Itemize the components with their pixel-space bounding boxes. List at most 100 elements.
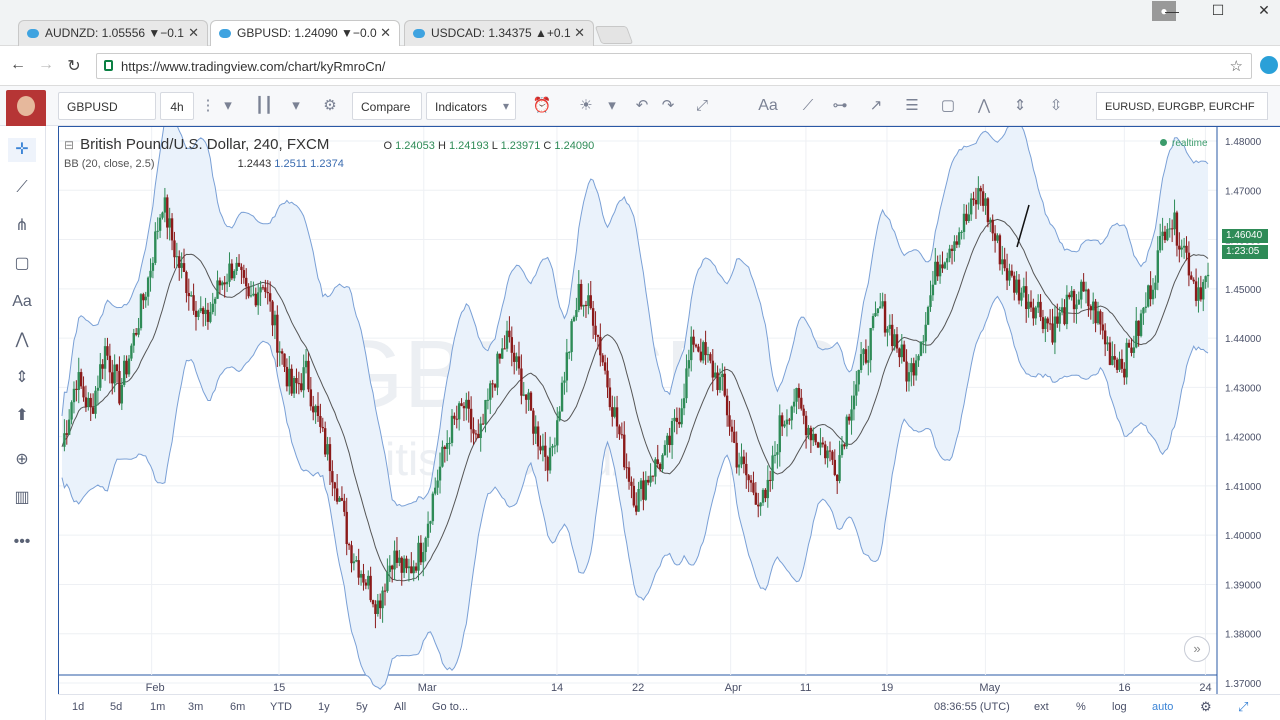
range-ytd[interactable]: YTD [270,701,292,713]
candle-body [228,263,231,282]
range-1d[interactable]: 1d [72,701,84,713]
avatar[interactable] [6,90,46,130]
range-1y[interactable]: 1y [318,701,330,713]
close-tab-icon[interactable]: ✕ [574,25,585,41]
trendline-tool-icon[interactable]: ⟋ [794,92,822,120]
horizontal-ray-icon[interactable]: ⊶ [826,92,854,120]
symbol-search-input[interactable]: GBPUSD [58,92,156,120]
candle-body [745,463,748,476]
pattern-icon[interactable]: ⋀ [8,328,36,352]
y-tick-label: 1.44000 [1225,334,1262,345]
candle-body [792,401,796,407]
candle-body [1120,358,1124,369]
maximize-icon[interactable]: ☐ [1210,2,1226,19]
candle-body [489,383,492,400]
redo-icon[interactable]: ↷ [654,92,682,120]
measure-icon[interactable]: ⇕ [8,366,36,390]
gear-icon[interactable]: ⚙ [1200,699,1212,715]
address-bar: ← → ↻ https://www.tradingview.com/chart/… [0,46,1280,86]
crosshair-icon[interactable]: ✛ [8,138,36,162]
goto-button[interactable]: Go to... [432,701,468,713]
parallel-channel-icon[interactable]: ☰ [898,92,926,120]
candle-body [166,197,169,228]
more-tools-icon[interactable]: ••• [8,530,36,554]
reload-icon[interactable]: ↻ [64,56,84,76]
chart-area[interactable]: 1.480001.470001.460001.450001.440001.430… [58,113,1280,720]
candle-body [591,308,595,326]
percent-scale-toggle[interactable]: % [1076,701,1086,713]
indicator-name[interactable]: BB (20, close, 2.5) [64,158,155,170]
candle-body [938,264,942,277]
chevron-down-icon[interactable]: ▾ [214,92,242,120]
url-field[interactable]: https://www.tradingview.com/chart/kyRmro… [96,53,1252,79]
scroll-to-latest-button[interactable]: » [1184,636,1210,662]
candle-body [103,346,107,369]
date-range-icon[interactable]: ⇳ [1042,92,1070,120]
candle-body [1170,228,1174,230]
new-tab-button[interactable] [594,26,634,44]
candle-body [398,557,401,563]
close-tab-icon[interactable]: ✕ [188,25,199,41]
forward-arrow-icon[interactable]: → [36,56,56,74]
candle-body [895,334,899,349]
tab-usdcad[interactable]: USDCAD: 1.34375 ▲+0.1 ✕ [404,20,594,46]
range-3m[interactable]: 3m [188,701,203,713]
interval-button[interactable]: 4h [160,92,194,120]
candle-body [266,291,269,294]
undo-icon[interactable]: ↶ [628,92,656,120]
watchlist-selector[interactable]: EURUSD, EURGBP, EURCHF [1096,92,1268,120]
tab-gbpusd[interactable]: GBPUSD: 1.24090 ▼−0.0 ✕ [210,20,400,47]
candles-style-icon[interactable]: ┃┃ [250,92,278,120]
extended-line-icon[interactable]: ↗ [862,92,890,120]
utc-clock[interactable]: 08:36:55 (UTC) [934,701,1010,713]
price-chart[interactable]: 1.480001.470001.460001.450001.440001.430… [59,113,1280,695]
indicators-button[interactable]: Indicators ▾ [426,92,516,120]
extension-icon[interactable] [1260,56,1278,74]
pattern-tool-icon[interactable]: ⋀ [970,92,998,120]
candle-body [1027,301,1030,310]
price-range-icon[interactable]: ⇕ [1006,92,1034,120]
range-all[interactable]: All [394,701,406,713]
rectangle-icon[interactable]: ▢ [8,252,36,276]
rectangle-tool-icon[interactable]: ▢ [934,92,962,120]
compare-button[interactable]: Compare [352,92,422,120]
symbol-text: GBPUSD [67,100,118,114]
close-window-icon[interactable]: ✕ [1256,2,1272,19]
chevron-down-icon[interactable]: ▾ [598,92,626,120]
candle-body [663,444,667,456]
range-6m[interactable]: 6m [230,701,245,713]
back-arrow-icon[interactable]: ← [8,56,28,74]
candle-body [283,353,286,367]
gear-icon[interactable]: ⚙ [316,92,344,120]
candle-body [268,293,272,302]
minimize-icon[interactable]: — [1164,3,1180,19]
range-1m[interactable]: 1m [150,701,165,713]
text-icon[interactable]: Aa [8,290,36,314]
candle-body [752,482,755,493]
range-5d[interactable]: 5d [110,701,122,713]
candle-body [381,590,384,609]
tab-audnzd[interactable]: AUDNZD: 1.05556 ▼−0.1 ✕ [18,20,208,46]
measure-ruler-icon[interactable]: ▥ [8,486,36,510]
legend-collapse-icon[interactable]: ⊟ [64,138,74,152]
log-scale-toggle[interactable]: log [1112,701,1127,713]
text-tool-icon[interactable]: Aa [754,92,782,120]
zoom-icon[interactable]: ⊕ [8,448,36,472]
arrow-up-icon[interactable]: ⬆ [8,404,36,428]
auto-scale-toggle[interactable]: auto [1152,701,1173,713]
fullscreen-icon[interactable]: ⤢ [1238,699,1248,715]
candle-body [106,346,109,356]
extended-hours-toggle[interactable]: ext [1034,701,1049,713]
chevron-down-icon[interactable]: ▾ [282,92,310,120]
bookmark-star-icon[interactable]: ☆ [1230,57,1243,75]
alert-clock-icon[interactable]: ⏰ [528,92,556,120]
trendline-icon[interactable]: ⟋ [8,176,36,200]
range-5y[interactable]: 5y [356,701,368,713]
candle-body [218,280,222,286]
lightbulb-icon[interactable]: ☀ [572,92,600,120]
fullscreen-icon[interactable]: ⤢ [688,92,716,120]
close-tab-icon[interactable]: ✕ [380,25,391,41]
pitchfork-icon[interactable]: ⋔ [8,214,36,238]
y-tick-label: 1.45000 [1225,285,1262,296]
candle-body [883,301,887,333]
